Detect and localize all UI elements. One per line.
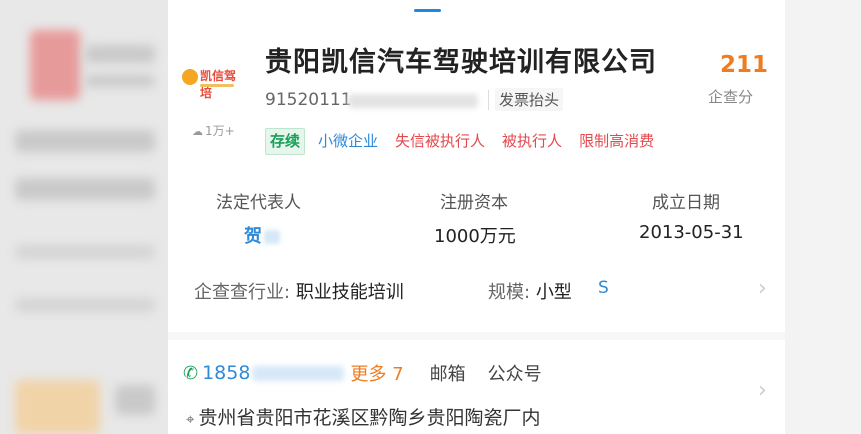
phone-icon[interactable]: ✆ [183, 363, 198, 384]
logo-icon [182, 69, 198, 85]
blurred-text [15, 130, 155, 152]
divider [488, 90, 489, 110]
view-count-value: 1万+ [205, 124, 235, 138]
tag-consumption-restriction[interactable]: 限制高消费 [575, 129, 658, 154]
scale-label: 规模: [488, 282, 531, 303]
capital-value: 1000万元 [434, 226, 516, 247]
capital-label: 注册资本 [440, 193, 508, 213]
blurred-image [15, 380, 100, 434]
logo-underline [200, 84, 234, 87]
legal-rep-value[interactable]: 贺 [244, 222, 280, 248]
location-pin-icon: ⌖ [186, 410, 195, 428]
industry-label: 企查查行业: [194, 282, 291, 303]
blurred-text [15, 298, 155, 312]
tag-dishonest-executee[interactable]: 失信被执行人 [391, 129, 489, 154]
blurred-app-icon [30, 30, 80, 100]
industry-row[interactable]: 企查查行业: 职业技能培训 [194, 278, 404, 304]
company-card: 凯信驾培 ☁ 1万+ 贵阳凯信汽车驾驶培训有限公司 211 企查分 9152011… [168, 0, 785, 434]
credit-code: 91520111 [265, 90, 352, 110]
industry-value: 职业技能培训 [295, 282, 404, 303]
credit-code-masked [348, 94, 478, 108]
blurred-text [15, 245, 155, 259]
section-divider [168, 332, 785, 340]
tag-executee[interactable]: 被执行人 [498, 129, 566, 154]
invoice-button[interactable]: 发票抬头 [495, 88, 564, 111]
company-logo[interactable]: 凯信驾培 [182, 64, 238, 100]
tag-list: 存续 小微企业 失信被执行人 被执行人 限制高消费 [265, 128, 658, 155]
score-label[interactable]: 企查分 [708, 86, 753, 107]
legal-rep-name[interactable]: 贺 [244, 226, 262, 247]
blurred-text [15, 178, 155, 200]
address-text: 贵州省贵阳市花溪区黔陶乡贵阳陶瓷厂内 [198, 407, 541, 429]
contact-row: ✆ 1858 更多 7 邮箱 公众号 [183, 360, 542, 386]
background-blurred-panel [0, 0, 168, 434]
phone-number[interactable]: 1858 [202, 362, 250, 384]
address-row[interactable]: ⌖ 贵州省贵阳市花溪区黔陶乡贵阳陶瓷厂内 [186, 403, 540, 430]
more-phones-link[interactable]: 更多 7 [350, 360, 403, 386]
chevron-right-icon[interactable]: › [758, 276, 767, 301]
view-count: ☁ 1万+ [192, 122, 235, 139]
legal-rep-label: 法定代表人 [216, 193, 301, 213]
scale-badge[interactable]: S [598, 278, 609, 298]
chevron-right-icon[interactable]: › [758, 378, 767, 403]
tab-indicator [414, 9, 441, 12]
founded-label: 成立日期 [652, 193, 720, 213]
blurred-text [85, 45, 155, 63]
blurred-text [85, 75, 155, 87]
email-button[interactable]: 邮箱 [430, 360, 466, 386]
score-value[interactable]: 211 [720, 52, 768, 78]
status-badge[interactable]: 存续 [265, 128, 306, 155]
scale-value: 小型 [535, 282, 572, 303]
tag-small-enterprise[interactable]: 小微企业 [314, 129, 382, 154]
blurred-text [115, 385, 155, 415]
founded-value: 2013-05-31 [639, 222, 744, 243]
legal-rep-masked [264, 230, 280, 244]
company-name: 贵阳凯信汽车驾驶培训有限公司 [265, 47, 657, 78]
wechat-button[interactable]: 公众号 [488, 360, 542, 386]
background-right-panel [785, 0, 861, 434]
scale-row[interactable]: 规模: 小型 [488, 278, 572, 304]
views-icon: ☁ [192, 125, 203, 138]
phone-masked [252, 365, 345, 381]
